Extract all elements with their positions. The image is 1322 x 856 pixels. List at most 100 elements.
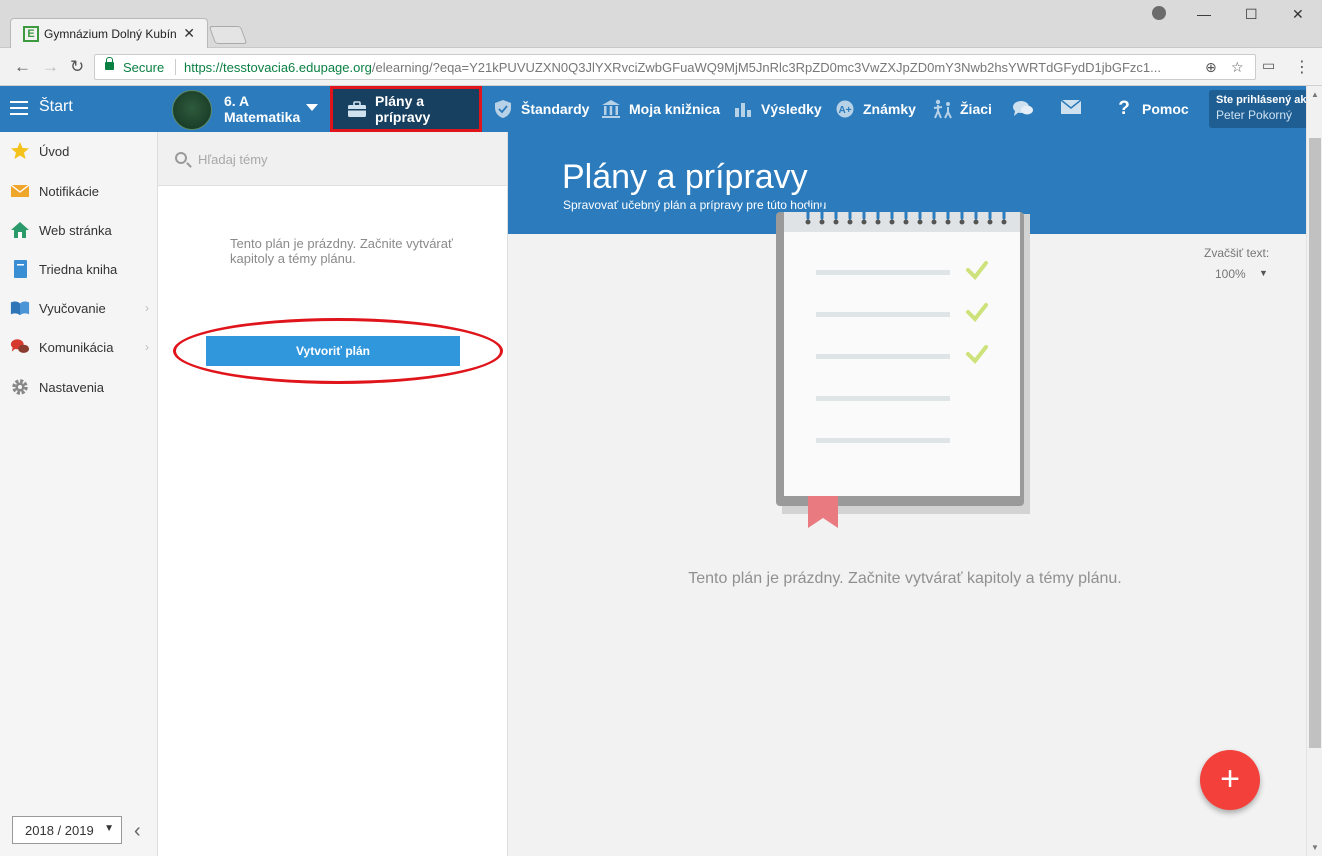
back-arrow-icon[interactable]: ←: [14, 57, 31, 77]
nav-results[interactable]: Výsledky: [733, 86, 822, 132]
tab-title: Gymnázium Dolný Kubín: [44, 27, 177, 41]
chevron-down-icon[interactable]: ▼: [1259, 268, 1268, 278]
page-title: Plány a prípravy: [562, 158, 808, 196]
start-link[interactable]: Štart: [39, 98, 73, 116]
class-avatar[interactable]: [172, 90, 212, 130]
house-icon: [10, 220, 30, 240]
nav-help[interactable]: ? Pomoc: [1114, 86, 1189, 132]
nav-students-label: Žiaci: [960, 101, 992, 117]
edupage-favicon-icon: E: [23, 26, 39, 42]
nav-messages[interactable]: [1012, 86, 1040, 132]
lock-icon: [105, 57, 114, 70]
topic-search-input[interactable]: [198, 148, 488, 170]
nav-plans-label: Plány a prípravy: [375, 93, 431, 125]
nav-grades[interactable]: A+ Známky: [835, 86, 916, 132]
class-name[interactable]: 6. A: [224, 94, 249, 109]
reload-icon[interactable]: ↻: [70, 57, 84, 77]
hamburger-menu-icon[interactable]: [10, 101, 28, 115]
tab-close-icon[interactable]: ✕: [183, 25, 195, 42]
class-dropdown-caret-icon[interactable]: [306, 104, 318, 111]
class-subject[interactable]: Matematika: [224, 109, 300, 125]
address-bar: ← → ↻ Secure https://tesstovacia6.edupag…: [0, 48, 1322, 86]
zoom-lens-icon[interactable]: ⊕: [1205, 59, 1217, 76]
app-header: Štart 6. A Matematika Plány a prípravy Š…: [0, 86, 1306, 132]
sidebar-item-label: Komunikácia: [39, 339, 114, 355]
sidebar-item-label: Nastavenia: [39, 379, 105, 395]
nav-students[interactable]: Žiaci: [932, 86, 992, 132]
sidebar: Úvod Notifikácie Web stránka Triedna kni…: [0, 132, 158, 856]
plan-empty-message: Tento plán je prázdny. Začnite vytvárať …: [230, 236, 453, 266]
minimize-icon[interactable]: —: [1197, 6, 1211, 22]
scroll-down-icon[interactable]: ▼: [1311, 843, 1319, 852]
url-separator: [175, 59, 176, 75]
sidebar-item-label: Vyučovanie: [39, 300, 106, 316]
nav-plans[interactable]: Plány a prípravy: [330, 86, 482, 132]
url-host: https://tesstovacia6.edupage.org: [184, 60, 372, 75]
maximize-icon[interactable]: ☐: [1245, 6, 1258, 23]
url-field[interactable]: Secure https://tesstovacia6.edupage.org/…: [94, 54, 1256, 80]
login-info[interactable]: Ste prihlásený ako Peter Pokorný: [1209, 90, 1306, 128]
text-zoom-label: Zvačšiť text:: [1204, 246, 1270, 260]
sidebar-item-settings[interactable]: Nastavenia: [0, 368, 157, 406]
bar-chart-icon: [733, 99, 753, 119]
browser-menu-icon[interactable]: ⋮: [1294, 57, 1310, 77]
secure-label: Secure: [123, 60, 165, 75]
students-icon: [932, 99, 952, 119]
sidebar-item-website[interactable]: Web stránka: [0, 211, 157, 249]
topic-search-bar: [158, 132, 507, 186]
scroll-up-icon[interactable]: ▲: [1311, 90, 1319, 99]
page-scrollbar[interactable]: ▲ ▼: [1306, 86, 1322, 856]
sidebar-item-communication[interactable]: Komunikácia ›: [0, 328, 157, 366]
login-status: Ste prihlásený ako: [1216, 94, 1306, 106]
new-tab-button[interactable]: [208, 26, 248, 44]
briefcase-icon: [347, 99, 367, 119]
shield-icon: [493, 99, 513, 119]
grade-icon: A+: [835, 99, 855, 119]
user-name: Peter Pokorný: [1216, 108, 1293, 122]
chat-icon: [1012, 99, 1033, 119]
sidebar-item-class-book[interactable]: Triedna kniha: [0, 250, 157, 288]
add-fab-button[interactable]: +: [1200, 750, 1260, 810]
help-icon: ?: [1118, 98, 1130, 119]
sidebar-item-label: Triedna kniha: [39, 261, 118, 277]
empty-notebook-illustration: [772, 204, 1042, 534]
sidebar-item-teaching[interactable]: Vyučovanie ›: [0, 289, 157, 327]
nav-help-label: Pomoc: [1142, 101, 1189, 117]
speech-bubbles-icon: [10, 337, 30, 357]
profile-icon[interactable]: [1152, 6, 1166, 20]
library-icon: [601, 99, 621, 119]
window-close-icon[interactable]: ✕: [1292, 6, 1304, 23]
envelope-icon: [10, 181, 30, 201]
sidebar-item-notifications[interactable]: Notifikácie: [0, 172, 157, 210]
cast-icon[interactable]: ▭: [1262, 57, 1275, 74]
url-path: /elearning/?eqa=Y21kPUVUZXN0Q3JlYXRvciZw…: [371, 60, 1161, 75]
svg-text:A+: A+: [838, 105, 851, 116]
nav-grades-label: Známky: [863, 101, 916, 117]
school-year-value: 2018 / 2019: [25, 823, 94, 838]
nav-standards[interactable]: Štandardy: [493, 86, 589, 132]
nav-library[interactable]: Moja knižnica: [601, 86, 720, 132]
sidebar-item-label: Notifikácie: [39, 183, 99, 199]
sidebar-item-intro[interactable]: Úvod: [0, 132, 157, 170]
chevron-right-icon: ›: [145, 340, 149, 354]
nav-standards-label: Štandardy: [521, 101, 590, 117]
nav-results-label: Výsledky: [761, 101, 822, 117]
school-year-select[interactable]: 2018 / 2019 ▼: [12, 816, 122, 844]
nav-library-label: Moja knižnica: [629, 101, 721, 117]
chevron-right-icon: ›: [145, 301, 149, 315]
chevron-down-icon: ▼: [104, 823, 114, 834]
star-icon: [10, 141, 30, 161]
url-text: https://tesstovacia6.edupage.org/elearni…: [184, 60, 1194, 75]
text-zoom-value[interactable]: 100%: [1215, 267, 1246, 281]
forward-arrow-icon[interactable]: →: [42, 57, 59, 77]
create-plan-button[interactable]: Vytvoriť plán: [206, 336, 460, 366]
bookmark-star-icon[interactable]: ☆: [1231, 59, 1244, 76]
browser-tab[interactable]: E Gymnázium Dolný Kubín ✕: [10, 18, 208, 48]
collapse-sidebar-icon[interactable]: ‹: [134, 820, 141, 843]
book-icon: [10, 259, 30, 279]
open-book-icon: [10, 298, 30, 318]
scroll-thumb[interactable]: [1309, 138, 1321, 748]
sidebar-item-label: Úvod: [39, 143, 70, 159]
gear-icon: [10, 377, 30, 397]
nav-mail[interactable]: [1060, 86, 1088, 132]
